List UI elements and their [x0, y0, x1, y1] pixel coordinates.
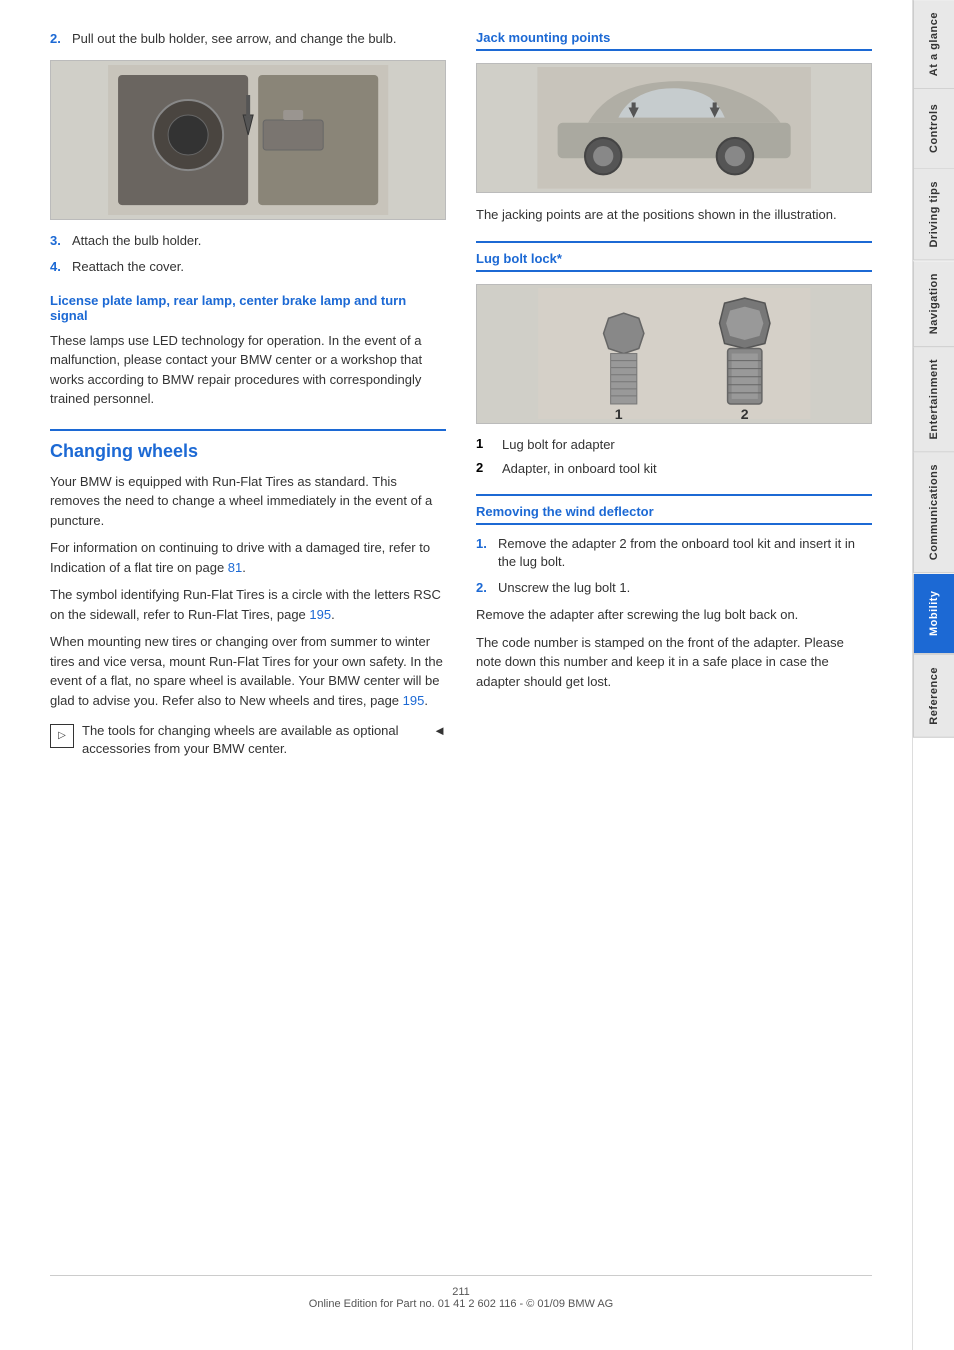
note-end: ◄: [433, 722, 446, 740]
sidebar-tab-reference[interactable]: Reference: [913, 654, 954, 738]
cw-para1: Your BMW is equipped with Run-Flat Tires…: [50, 472, 446, 531]
note-icon: [50, 724, 74, 748]
wind-step-2: 2. Unscrew the lug bolt 1.: [476, 579, 872, 597]
link-81[interactable]: 81: [228, 560, 242, 575]
cw-para4: When mounting new tires or changing over…: [50, 632, 446, 710]
sidebar: At a glance Controls Driving tips Naviga…: [912, 0, 954, 1350]
sidebar-tab-communications[interactable]: Communications: [913, 452, 954, 573]
link-195a[interactable]: 195: [309, 607, 331, 622]
sidebar-tab-mobility[interactable]: Mobility: [913, 574, 954, 654]
lug-item-text-2: Adapter, in onboard tool kit: [502, 460, 657, 478]
jack-heading: Jack mounting points: [476, 30, 872, 51]
wind-step-1: 1. Remove the adapter 2 from the onboard…: [476, 535, 872, 571]
step-3: 3. Attach the bulb holder.: [50, 232, 446, 250]
lug-heading: Lug bolt lock*: [476, 251, 872, 272]
lug-item-num-1: 1: [476, 436, 496, 454]
link-195b[interactable]: 195: [403, 693, 425, 708]
footer: 211 Online Edition for Part no. 01 41 2 …: [50, 1275, 872, 1310]
license-heading: License plate lamp, rear lamp, center br…: [50, 293, 446, 323]
note-box: The tools for changing wheels are availa…: [50, 722, 446, 758]
sidebar-tab-controls[interactable]: Controls: [913, 89, 954, 169]
changing-wheels-heading: Changing wheels: [50, 429, 446, 462]
svg-text:2: 2: [741, 406, 749, 419]
sidebar-tab-entertainment[interactable]: Entertainment: [913, 347, 954, 452]
wind-section: Removing the wind deflector: [476, 494, 872, 525]
wind-step-num-1: 1.: [476, 535, 492, 571]
wind-heading: Removing the wind deflector: [476, 504, 872, 525]
license-text: These lamps use LED technology for opera…: [50, 331, 446, 409]
sidebar-tab-navigation[interactable]: Navigation: [913, 261, 954, 347]
wind-para2: The code number is stamped on the front …: [476, 633, 872, 692]
svg-text:1: 1: [615, 406, 623, 419]
step-number: 2.: [50, 30, 66, 48]
step-number: 4.: [50, 258, 66, 276]
lug-item-1: 1 Lug bolt for adapter: [476, 436, 872, 454]
car-jack-image: [476, 63, 872, 193]
note-text: The tools for changing wheels are availa…: [82, 722, 425, 758]
wind-step-num-2: 2.: [476, 579, 492, 597]
cw-para3: The symbol identifying Run-Flat Tires is…: [50, 585, 446, 624]
step-2: 2. Pull out the bulb holder, see arrow, …: [50, 30, 446, 48]
lug-section: Lug bolt lock*: [476, 241, 872, 272]
wind-para1: Remove the adapter after screwing the lu…: [476, 605, 872, 625]
step-text: Pull out the bulb holder, see arrow, and…: [72, 30, 397, 48]
lug-item-2: 2 Adapter, in onboard tool kit: [476, 460, 872, 478]
lug-item-num-2: 2: [476, 460, 496, 478]
wind-step-text-2: Unscrew the lug bolt 1.: [498, 579, 630, 597]
jack-desc: The jacking points are at the positions …: [476, 205, 872, 225]
cw-para2: For information on continuing to drive w…: [50, 538, 446, 577]
step-4: 4. Reattach the cover.: [50, 258, 446, 276]
bulb-image: [50, 60, 446, 220]
wind-step-text-1: Remove the adapter 2 from the onboard to…: [498, 535, 872, 571]
page-number: 211: [452, 1286, 470, 1298]
step-text: Reattach the cover.: [72, 258, 184, 276]
online-edition: Online Edition for Part no. 01 41 2 602 …: [309, 1298, 613, 1310]
step-number: 3.: [50, 232, 66, 250]
step-text: Attach the bulb holder.: [72, 232, 201, 250]
lug-item-text-1: Lug bolt for adapter: [502, 436, 615, 454]
sidebar-tab-at-a-glance[interactable]: At a glance: [913, 0, 954, 89]
lug-bolt-image: 1: [476, 284, 872, 424]
sidebar-tab-driving-tips[interactable]: Driving tips: [913, 169, 954, 261]
